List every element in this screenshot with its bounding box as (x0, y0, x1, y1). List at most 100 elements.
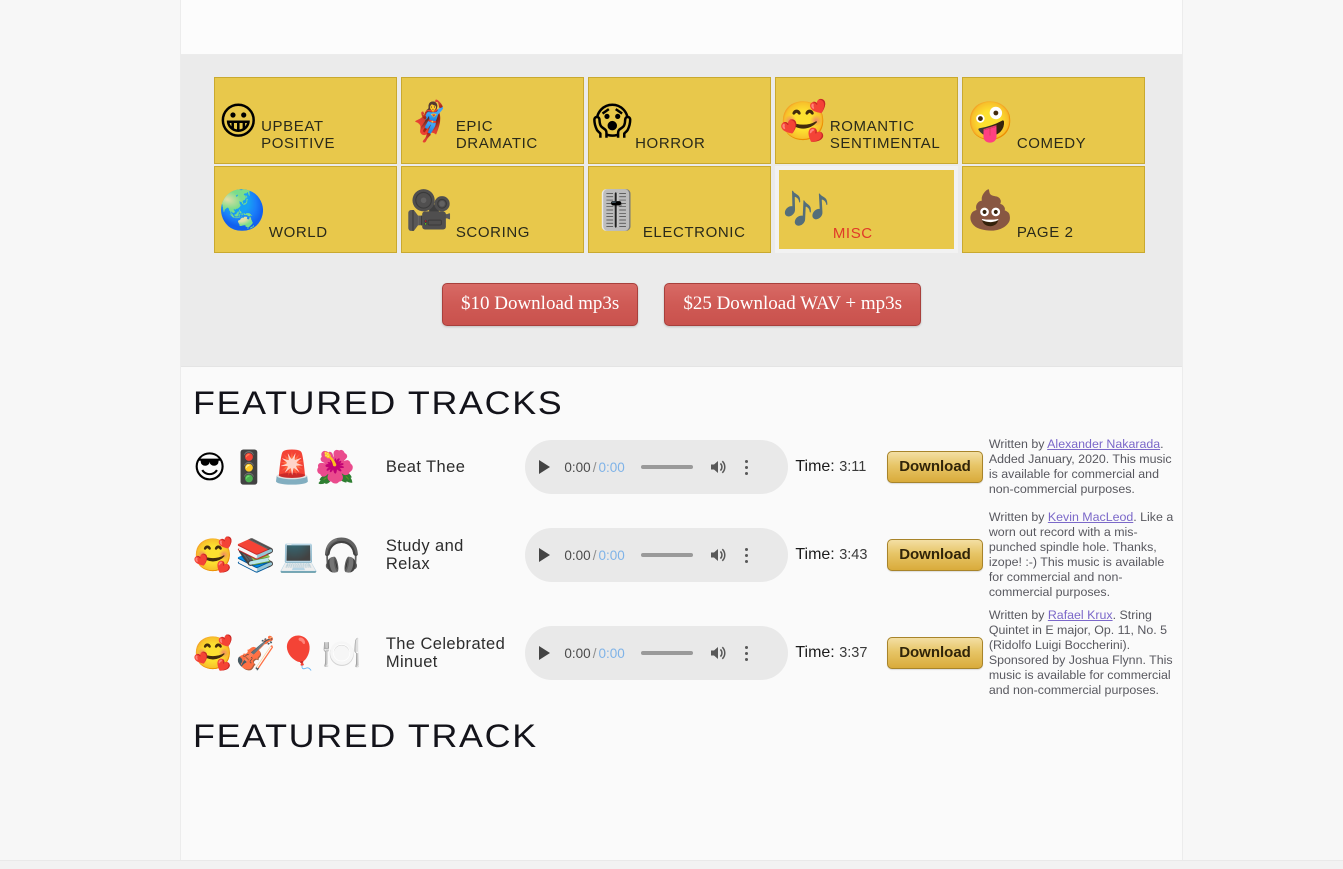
category-tile-epic-dramatic[interactable]: 🦸‍♀️ EPIC DRAMATIC (400, 77, 584, 164)
track-title: The Celebrated Minuet (385, 634, 506, 671)
category-tile-world[interactable]: 🌏 WORLD (213, 166, 397, 253)
category-label: WORLD (268, 224, 328, 242)
screaming-face-icon: 😱 (592, 98, 633, 143)
download-button[interactable]: Download (887, 637, 983, 669)
movie-camera-icon: 🎥 (405, 187, 453, 232)
category-tile-romantic-sentimental[interactable]: 🥰 ROMANTIC SENTIMENTAL (774, 77, 958, 164)
volume-icon (710, 548, 726, 562)
track-row: 🥰📚💻🎧 Study and Relax 0:00/0:00 Time: 3:43 Do… (181, 506, 1182, 604)
featured-tracks-section: FEATURED TRACKS 😎🚦🚨🌺 Beat Thee 0:00/0:00 Ti… (181, 367, 1182, 755)
pile-of-poo-icon: 💩 (966, 187, 1014, 232)
audio-player[interactable]: 0:00/0:00 (525, 626, 789, 680)
category-tile-misc[interactable]: 🎶 MISC (774, 166, 958, 253)
featured-tracks-heading: FEATURED TRACKS (193, 385, 564, 421)
track-credit: Written by Alexander Nakarada. Added Jan… (989, 437, 1174, 497)
category-tile-upbeat-positive[interactable]: 😀 UPBEAT POSITIVE (213, 77, 397, 164)
volume-icon[interactable] (709, 645, 727, 661)
audio-timestamp: 0:00/0:00 (564, 460, 624, 475)
track-duration-label: Time: 3:37 (795, 644, 867, 661)
kebab-menu-icon[interactable] (744, 645, 748, 661)
page-bottom-edge (0, 860, 1343, 869)
category-label: ROMANTIC SENTIMENTAL (829, 118, 941, 153)
seek-bar[interactable] (640, 651, 693, 655)
time-separator: / (592, 645, 597, 661)
seek-bar[interactable] (640, 465, 693, 469)
seek-bar[interactable] (640, 553, 693, 557)
audio-player[interactable]: 0:00/0:00 (525, 440, 789, 494)
category-label: MISC (832, 225, 873, 243)
smiling-face-with-hearts-icon: 🥰 (779, 98, 827, 143)
time-prefix: Time: (795, 546, 835, 563)
category-label: HORROR (635, 135, 706, 153)
category-tile-page-2[interactable]: 💩 PAGE 2 (961, 166, 1145, 253)
credit-prefix: Written by (988, 608, 1048, 622)
featured-track-heading: FEATURED TRACK (193, 718, 538, 754)
time-prefix: Time: (795, 644, 835, 661)
track-duration-value: 3:11 (839, 459, 867, 475)
level-slider-icon: 🎚️ (592, 187, 640, 232)
zany-face-icon: 🤪 (966, 98, 1014, 143)
track-credit: Written by Kevin MacLeod. Like a worn ou… (989, 510, 1174, 600)
download-button[interactable]: Download (887, 451, 983, 483)
track-duration-value: 3:43 (839, 547, 868, 563)
track-credit: Written by Rafael Krux. String Quintet i… (989, 608, 1174, 698)
play-icon[interactable] (539, 548, 551, 562)
category-tile-horror[interactable]: 😱 HORROR (587, 77, 771, 164)
play-icon[interactable] (539, 646, 551, 660)
kebab-menu-icon[interactable] (744, 459, 748, 475)
credit-author-link[interactable]: Alexander Nakarada (1047, 437, 1160, 451)
volume-icon[interactable] (709, 459, 727, 475)
play-icon[interactable] (539, 460, 551, 474)
category-label: SCORING (455, 224, 531, 242)
grinning-face-icon: 😀 (218, 98, 259, 143)
duration: 0:00 (598, 459, 625, 475)
current-time: 0:00 (564, 459, 591, 475)
time-prefix: Time: (795, 458, 835, 475)
credit-prefix: Written by (988, 510, 1048, 524)
category-grid: 😀 UPBEAT POSITIVE 🦸‍♀️ EPIC DRAMATIC 😱 HORROR… (213, 77, 1150, 253)
credit-author-link[interactable]: Rafael Krux (1048, 608, 1113, 622)
track-table: 😎🚦🚨🌺 Beat Thee 0:00/0:00 Time: 3:11 Download… (181, 428, 1182, 702)
category-label: EPIC DRAMATIC (455, 118, 538, 153)
volume-icon[interactable] (709, 547, 727, 563)
purchase-button-row: $10 Download mp3s $25 Download WAV + mp3… (181, 283, 1182, 326)
track-title: Beat Thee (385, 457, 466, 476)
buy-wav-button[interactable]: $25 Download WAV + mp3s (664, 283, 921, 326)
category-label: ELECTRONIC (642, 224, 746, 242)
category-label: UPBEAT POSITIVE (261, 118, 336, 153)
category-label: COMEDY (1016, 135, 1087, 153)
audio-timestamp: 0:00/0:00 (564, 548, 624, 563)
category-tile-electronic[interactable]: 🎚️ ELECTRONIC (587, 166, 771, 253)
track-emoji-row: 😎🚦🚨🌺 (193, 448, 358, 486)
duration: 0:00 (598, 645, 625, 661)
volume-icon (710, 646, 726, 660)
category-tile-comedy[interactable]: 🤪 COMEDY (961, 77, 1145, 164)
download-button[interactable]: Download (887, 539, 983, 571)
category-label: PAGE 2 (1016, 224, 1074, 242)
musical-notes-icon: 🎶 (782, 187, 830, 232)
track-row: 😎🚦🚨🌺 Beat Thee 0:00/0:00 Time: 3:11 Download… (181, 428, 1182, 506)
current-time: 0:00 (564, 547, 591, 563)
track-emoji-row: 🥰📚💻🎧 (193, 536, 365, 574)
track-emoji-row: 🥰🎻🎈🍽️ (193, 634, 365, 672)
top-white-panel (181, 0, 1182, 55)
superhero-woman-icon: 🦸‍♀️ (405, 98, 453, 143)
track-duration-value: 3:37 (839, 645, 868, 661)
globe-asia-icon: 🌏 (218, 187, 266, 232)
track-duration-label: Time: 3:11 (795, 458, 866, 475)
track-row: 🥰🎻🎈🍽️ The Celebrated Minuet 0:00/0:00 Time:… (181, 604, 1182, 702)
duration: 0:00 (598, 547, 625, 563)
time-separator: / (592, 459, 597, 475)
content-column: 😀 UPBEAT POSITIVE 🦸‍♀️ EPIC DRAMATIC 😱 HORROR… (180, 0, 1183, 860)
track-duration-label: Time: 3:43 (795, 546, 867, 563)
category-section: 😀 UPBEAT POSITIVE 🦸‍♀️ EPIC DRAMATIC 😱 HORROR… (181, 55, 1182, 367)
current-time: 0:00 (564, 645, 591, 661)
volume-icon (710, 460, 726, 474)
audio-player[interactable]: 0:00/0:00 (525, 528, 789, 582)
category-tile-scoring[interactable]: 🎥 SCORING (400, 166, 584, 253)
credit-author-link[interactable]: Kevin MacLeod (1048, 510, 1133, 524)
buy-mp3-button[interactable]: $10 Download mp3s (441, 283, 639, 326)
kebab-menu-icon[interactable] (744, 547, 748, 563)
time-separator: / (592, 547, 597, 563)
track-title: Study and Relax (385, 536, 464, 573)
